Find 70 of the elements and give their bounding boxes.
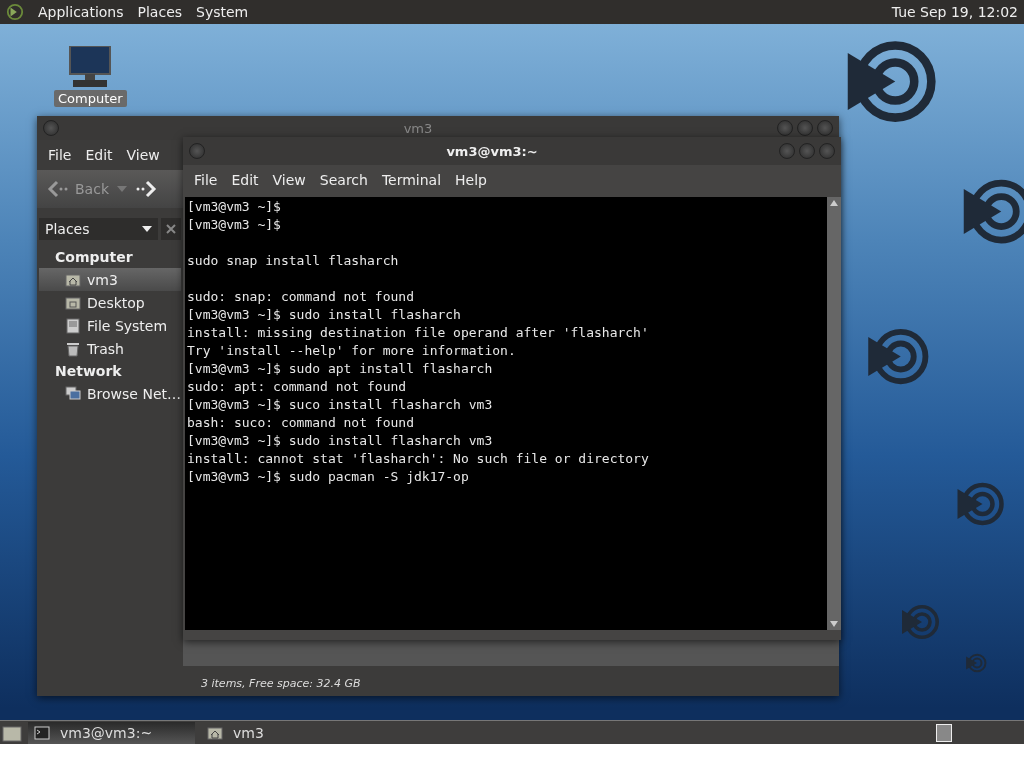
sidebar-item[interactable]: Trash (39, 337, 181, 360)
window-control-button[interactable] (777, 120, 793, 136)
network-icon (65, 385, 81, 402)
sidebar-item[interactable]: File System (39, 314, 181, 337)
taskbar-button[interactable]: vm3@vm3:~ (28, 722, 195, 744)
drive-icon (65, 317, 81, 334)
scrollbar[interactable] (827, 197, 841, 630)
terminal-line: sudo: snap: command not found (187, 288, 415, 306)
window-control-button[interactable] (819, 143, 835, 159)
sidebar-item[interactable]: Desktop (39, 291, 181, 314)
terminal-line: sudo: apt: command not found (187, 378, 408, 396)
terminal-line: install: cannot stat 'flasharch': No such file or directory (187, 450, 650, 468)
terminal-line: [vm3@vm3 ~]$ (187, 216, 282, 234)
terminal-line: [vm3@vm3 ~]$ (187, 198, 282, 216)
menu-item[interactable]: View (119, 144, 167, 166)
places-dropdown[interactable]: Places (39, 218, 158, 240)
menu-item[interactable]: File (187, 169, 225, 191)
trash-icon (65, 340, 81, 357)
window-control-button[interactable] (779, 143, 795, 159)
terminal-line: Try 'install --help' for more information. (187, 342, 517, 360)
sidebar-heading: Computer (54, 248, 134, 267)
scroll-down-icon[interactable] (830, 621, 838, 627)
sidebar-item[interactable]: vm3 (39, 268, 181, 291)
close-icon (166, 224, 176, 234)
terminal-line: sudo snap install flasharch (187, 252, 400, 270)
terminal-line: [vm3@vm3 ~]$ sudo install flasharch (187, 306, 462, 324)
home-folder-icon (207, 725, 223, 741)
menu-item[interactable]: File (41, 144, 79, 166)
clock[interactable]: Tue Sep 19, 12:02 (891, 4, 1018, 20)
menu-item[interactable]: Help (448, 169, 494, 191)
window-control-button[interactable] (817, 120, 833, 136)
sidebar-heading: Network (54, 362, 123, 381)
back-arrow-icon (47, 180, 69, 198)
folder-icon (65, 294, 81, 311)
caret-icon[interactable] (117, 186, 127, 192)
close-pane-button[interactable] (161, 218, 181, 240)
window-menu-button[interactable] (189, 143, 205, 159)
terminal-line: [vm3@vm3 ~]$ sudo apt install flasharch (187, 360, 494, 378)
menu-item[interactable]: Edit (224, 169, 266, 191)
menu-item[interactable]: View (265, 169, 313, 191)
wallpaper-logo-icon (965, 652, 987, 674)
terminal-line: install: missing destination file operand after 'flasharch' (187, 324, 650, 342)
menu-item[interactable]: Search (312, 169, 375, 191)
terminal-line: [vm3@vm3 ~]$ sudo pacman -S jdk17-op (187, 468, 470, 486)
menu-item[interactable]: Edit (78, 144, 120, 166)
desktop-icon-label[interactable]: Computer (54, 90, 127, 107)
terminal-screen[interactable] (185, 197, 827, 630)
panel-menu[interactable]: Places (137, 4, 183, 20)
desktop-folder-icon[interactable] (2, 724, 22, 742)
terminal-line: bash: suco: command not found (187, 414, 415, 432)
window-title: vm3 (402, 120, 434, 136)
window-menu-button[interactable] (43, 120, 59, 136)
status-bar-text: 3 items, Free space: 32.4 GB (183, 670, 839, 696)
wallpaper-logo-icon (900, 602, 940, 642)
terminal-line: [vm3@vm3 ~]$ suco install flasharch vm3 (187, 396, 494, 414)
workspace-switcher[interactable] (936, 724, 952, 742)
menu-item[interactable]: Terminal (374, 169, 449, 191)
terminal-line: [vm3@vm3 ~]$ sudo install flasharch vm3 (187, 432, 494, 450)
terminal-icon (34, 725, 50, 741)
window-control-button[interactable] (799, 143, 815, 159)
window-title: vm3@vm3:~ (445, 143, 539, 159)
sidebar-item[interactable]: Browse Net… (39, 382, 181, 405)
app-menu-logo-icon[interactable] (6, 3, 24, 21)
scroll-up-icon[interactable] (830, 200, 838, 206)
taskbar-button[interactable]: vm3 (201, 722, 368, 744)
window-control-button[interactable] (797, 120, 813, 136)
forward-arrow-icon[interactable] (135, 180, 157, 198)
caret-icon (142, 226, 152, 232)
panel-menu[interactable]: System (196, 4, 249, 20)
panel-menu[interactable]: Applications (38, 4, 124, 20)
